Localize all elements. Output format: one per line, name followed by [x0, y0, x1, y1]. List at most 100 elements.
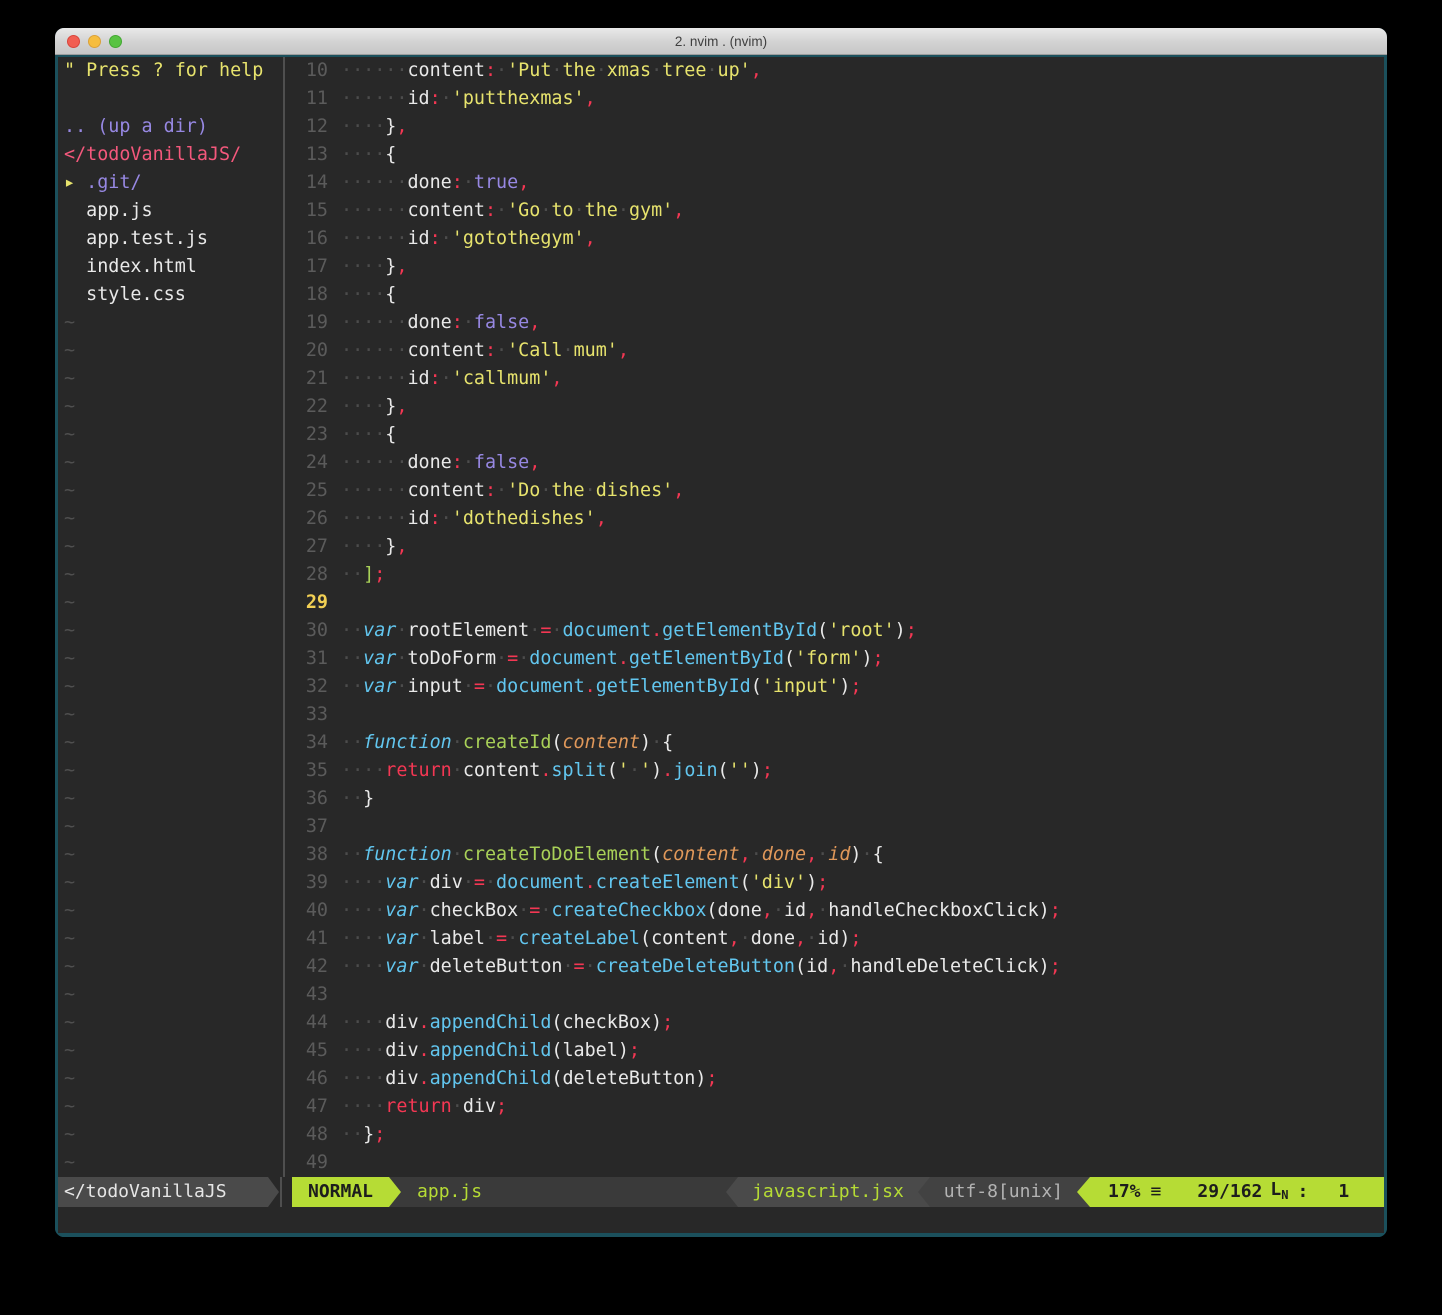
- code-line[interactable]: 28··];: [288, 561, 1384, 589]
- tree-item-git-dir[interactable]: ▸ .git/: [58, 169, 280, 197]
- line-number: 22: [288, 393, 328, 421]
- code-line[interactable]: 10······content:·'Put·the·xmas·tree·up',: [288, 57, 1384, 85]
- empty-line-marker: ~: [58, 757, 280, 785]
- code-line[interactable]: 23····{: [288, 421, 1384, 449]
- tree-item-app-test-js[interactable]: app.test.js: [58, 225, 280, 253]
- code-line[interactable]: 47····return·div;: [288, 1093, 1384, 1121]
- empty-line-marker: ~: [58, 1065, 280, 1093]
- line-number: 44: [288, 1009, 328, 1037]
- tree-item-style-css[interactable]: style.css: [58, 281, 280, 309]
- code-line[interactable]: 36··}: [288, 785, 1384, 813]
- line-number: 46: [288, 1065, 328, 1093]
- empty-line-marker: ~: [58, 309, 280, 337]
- statusline-fill: [498, 1177, 726, 1207]
- code-line[interactable]: 32··var·input·=·document.getElementById(…: [288, 673, 1384, 701]
- line-number: 18: [288, 281, 328, 309]
- code-line[interactable]: 27····},: [288, 533, 1384, 561]
- line-number: 23: [288, 421, 328, 449]
- line-number-icon: LN: [1270, 1175, 1288, 1210]
- line-number: 28: [288, 561, 328, 589]
- cursor-column: 1: [1338, 1177, 1349, 1207]
- empty-line-marker: ~: [58, 505, 280, 533]
- empty-line-marker: ~: [58, 785, 280, 813]
- empty-line-marker: ~: [58, 645, 280, 673]
- code-line[interactable]: 17····},: [288, 253, 1384, 281]
- code-line[interactable]: 33: [288, 701, 1384, 729]
- tree-root[interactable]: </todoVanillaJS/: [58, 141, 280, 169]
- empty-line-marker: ~: [58, 533, 280, 561]
- minimize-button[interactable]: [88, 35, 101, 48]
- titlebar[interactable]: 2. nvim . (nvim): [55, 28, 1387, 55]
- statusline-filename: app.js: [401, 1177, 498, 1207]
- code-line[interactable]: 46····div.appendChild(deleteButton);: [288, 1065, 1384, 1093]
- code-line[interactable]: 49: [288, 1149, 1384, 1177]
- code-line[interactable]: 31··var·toDoForm·=·document.getElementBy…: [288, 645, 1384, 673]
- line-number: 20: [288, 337, 328, 365]
- empty-line-marker: ~: [58, 1149, 280, 1177]
- code-line[interactable]: 26······id:·'dothedishes',: [288, 505, 1384, 533]
- empty-line-marker: ~: [58, 869, 280, 897]
- code-editor[interactable]: 10······content:·'Put·the·xmas·tree·up',…: [288, 57, 1384, 1177]
- line-number: 33: [288, 701, 328, 729]
- line-number: 27: [288, 533, 328, 561]
- code-line[interactable]: 35····return·content.split('·').join('')…: [288, 757, 1384, 785]
- line-number: 45: [288, 1037, 328, 1065]
- statusline-filetype: javascript.jsx: [738, 1177, 918, 1207]
- code-line[interactable]: 37: [288, 813, 1384, 841]
- code-line[interactable]: 16······id:·'gotothegym',: [288, 225, 1384, 253]
- tree-item-up-dir[interactable]: .. (up a dir): [58, 113, 280, 141]
- split-separator[interactable]: [280, 57, 288, 1177]
- zoom-button[interactable]: [109, 35, 122, 48]
- code-line[interactable]: 22····},: [288, 393, 1384, 421]
- line-number: 17: [288, 253, 328, 281]
- statusline-position: 17% ≡ 29/162 LN : 1: [1090, 1177, 1384, 1207]
- code-line[interactable]: 42····var·deleteButton·=·createDeleteBut…: [288, 953, 1384, 981]
- code-line[interactable]: 34··function·createId(content)·{: [288, 729, 1384, 757]
- code-line[interactable]: 38··function·createToDoElement(content,·…: [288, 841, 1384, 869]
- empty-line-marker: ~: [58, 841, 280, 869]
- code-line[interactable]: 40····var·checkBox·=·createCheckbox(done…: [288, 897, 1384, 925]
- empty-line-marker: ~: [58, 561, 280, 589]
- tree-item-index-html[interactable]: index.html: [58, 253, 280, 281]
- code-line[interactable]: 24······done:·false,: [288, 449, 1384, 477]
- line-number: 49: [288, 1149, 328, 1177]
- code-line[interactable]: 15······content:·'Go·to·the·gym',: [288, 197, 1384, 225]
- code-line[interactable]: 39····var·div·=·document.createElement('…: [288, 869, 1384, 897]
- close-button[interactable]: [67, 35, 80, 48]
- line-number: 36: [288, 785, 328, 813]
- code-line[interactable]: 30··var·rootElement·=·document.getElemen…: [288, 617, 1384, 645]
- code-line[interactable]: 21······id:·'callmum',: [288, 365, 1384, 393]
- tree-item-app-js[interactable]: app.js: [58, 197, 280, 225]
- line-number: 16: [288, 225, 328, 253]
- code-line[interactable]: 29: [288, 589, 1384, 617]
- empty-line-marker: ~: [58, 813, 280, 841]
- code-line[interactable]: 43: [288, 981, 1384, 1009]
- line-number: 12: [288, 113, 328, 141]
- command-line[interactable]: [58, 1207, 1384, 1233]
- code-line[interactable]: 18····{: [288, 281, 1384, 309]
- code-line[interactable]: 25······content:·'Do·the·dishes',: [288, 477, 1384, 505]
- statusline: </todoVanillaJS NORMAL app.js javascript…: [58, 1177, 1384, 1207]
- empty-line-marker: ~: [58, 1009, 280, 1037]
- powerline-arrow-icon: [1077, 1177, 1090, 1207]
- statusline-separator: [279, 1177, 292, 1207]
- code-line[interactable]: 19······done:·false,: [288, 309, 1384, 337]
- line-number: 47: [288, 1093, 328, 1121]
- code-line[interactable]: 41····var·label·=·createLabel(content,·d…: [288, 925, 1384, 953]
- line-number: 25: [288, 477, 328, 505]
- line-number: 40: [288, 897, 328, 925]
- code-line[interactable]: 48··};: [288, 1121, 1384, 1149]
- powerline-arrow-icon: [389, 1177, 401, 1207]
- empty-line-marker: ~: [58, 673, 280, 701]
- code-line[interactable]: 11······id:·'putthexmas',: [288, 85, 1384, 113]
- empty-line-marker: ~: [58, 477, 280, 505]
- line-number: 24: [288, 449, 328, 477]
- cursor-line-total: 29/162: [1197, 1177, 1262, 1207]
- code-line[interactable]: 20······content:·'Call·mum',: [288, 337, 1384, 365]
- code-line[interactable]: 13····{: [288, 141, 1384, 169]
- code-line[interactable]: 12····},: [288, 113, 1384, 141]
- code-line[interactable]: 45····div.appendChild(label);: [288, 1037, 1384, 1065]
- code-line[interactable]: 44····div.appendChild(checkBox);: [288, 1009, 1384, 1037]
- code-line[interactable]: 14······done:·true,: [288, 169, 1384, 197]
- line-number: 41: [288, 925, 328, 953]
